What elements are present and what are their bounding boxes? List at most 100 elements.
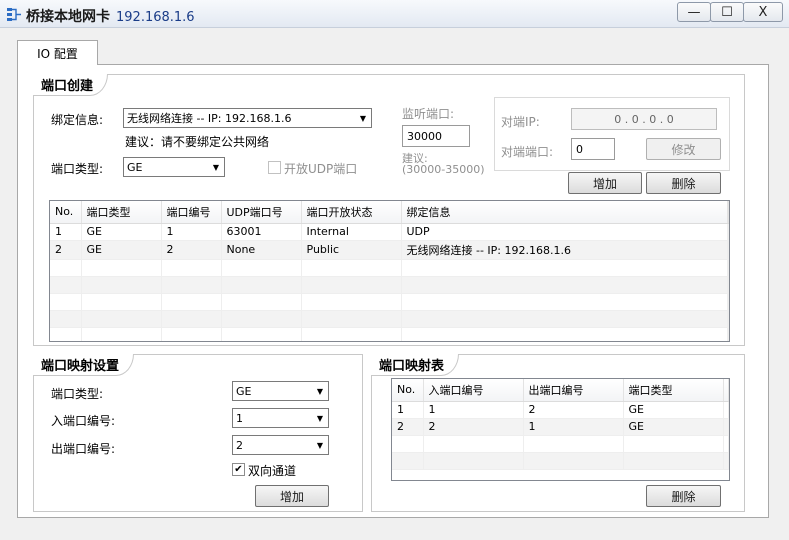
cell: [727, 223, 729, 241]
empty-row: [50, 276, 729, 294]
cell: [723, 418, 729, 436]
cell: GE: [623, 418, 724, 436]
empty-row: [50, 310, 729, 328]
empty-row: [392, 435, 729, 453]
column-header[interactable]: 端口类型: [81, 201, 162, 224]
mapping-table: No. 入端口编号 出端口编号 端口类型 1 1 2 GE 2 2 1 GE: [391, 378, 730, 481]
app-network-icon: [7, 8, 21, 21]
bidirectional-label: 双向通道: [248, 464, 297, 478]
cell: 1: [423, 401, 524, 419]
in-port-value: 1: [236, 411, 243, 425]
column-header[interactable]: 绑定信息: [401, 201, 728, 224]
chevron-down-icon: ▼: [316, 440, 324, 450]
modify-button[interactable]: 修改: [646, 138, 721, 160]
cell: 2: [423, 418, 524, 436]
cell: [723, 401, 729, 419]
cell: GE: [623, 401, 724, 419]
port-create-title: 端口创建: [33, 74, 109, 96]
map-port-type-select[interactable]: GE ▼: [232, 381, 329, 401]
cell: Internal: [301, 223, 402, 241]
empty-row: [392, 452, 729, 470]
cell: 63001: [221, 223, 302, 241]
in-port-label: 入端口编号:: [51, 414, 116, 428]
in-port-select[interactable]: 1 ▼: [232, 408, 329, 428]
table-row[interactable]: 2 2 1 GE: [392, 418, 729, 436]
out-port-label: 出端口编号:: [51, 442, 116, 456]
table-row[interactable]: 1 GE 1 63001 Internal UDP: [50, 223, 729, 241]
remote-ip-input[interactable]: 0 . 0 . 0 . 0: [571, 108, 717, 130]
bidirectional-checkbox[interactable]: ✔: [232, 463, 245, 476]
cell: 2: [523, 401, 624, 419]
chevron-down-icon: ▼: [359, 113, 367, 123]
empty-row: [50, 327, 729, 341]
cell: None: [221, 240, 302, 260]
bind-info-value: 无线网络连接 -- IP: 192.168.1.6: [127, 112, 292, 125]
port-table-header: No. 端口类型 端口编号 UDP端口号 端口开放状态 绑定信息: [50, 201, 729, 224]
window-title: 桥接本地网卡 192.168.1.6: [26, 6, 195, 26]
tab-io-config[interactable]: IO 配置: [17, 40, 98, 65]
checkmark-icon: ✔: [234, 464, 243, 475]
mapping-table-title: 端口映射表: [371, 354, 460, 376]
map-port-type-value: GE: [236, 384, 252, 398]
column-header[interactable]: UDP端口号: [221, 201, 302, 224]
mapping-table-header: No. 入端口编号 出端口编号 端口类型: [392, 379, 729, 402]
column-header[interactable]: 端口开放状态: [301, 201, 402, 224]
delete-mapping-button[interactable]: 删除: [646, 485, 721, 507]
remote-port-label: 对端端口:: [501, 145, 554, 159]
window-title-text: 桥接本地网卡: [26, 9, 110, 25]
cell: 1: [161, 223, 222, 241]
delete-port-button[interactable]: 删除: [646, 172, 721, 194]
column-header-filler: [723, 379, 729, 402]
add-mapping-button[interactable]: 增加: [255, 485, 329, 507]
map-port-type-label: 端口类型:: [51, 387, 104, 401]
cell: 1: [523, 418, 624, 436]
title-bar: 桥接本地网卡 192.168.1.6 — ☐ X: [0, 0, 789, 28]
add-port-button[interactable]: 增加: [568, 172, 642, 194]
cell: Public: [301, 240, 402, 260]
udp-port-checkbox[interactable]: [268, 161, 281, 174]
cell: [727, 240, 729, 260]
port-type-select[interactable]: GE ▼: [123, 157, 225, 177]
listen-port-range: (30000-35000): [402, 163, 485, 176]
empty-row: [50, 293, 729, 311]
column-header[interactable]: 端口类型: [623, 379, 724, 402]
column-header-filler: [727, 201, 729, 224]
column-header[interactable]: No.: [50, 201, 82, 224]
listen-port-input[interactable]: 30000: [402, 125, 470, 147]
cell: 2: [161, 240, 222, 260]
bind-info-label: 绑定信息:: [51, 113, 104, 127]
empty-row: [50, 259, 729, 277]
table-row[interactable]: 1 1 2 GE: [392, 401, 729, 419]
column-header[interactable]: No.: [392, 379, 424, 402]
out-port-value: 2: [236, 438, 243, 452]
table-row[interactable]: 2 GE 2 None Public 无线网络连接 -- IP: 192.168…: [50, 240, 729, 260]
mapping-settings-title: 端口映射设置: [33, 354, 135, 376]
cell: GE: [81, 240, 162, 260]
column-header[interactable]: 入端口编号: [423, 379, 524, 402]
column-header[interactable]: 出端口编号: [523, 379, 624, 402]
window-title-ip: 192.168.1.6: [116, 10, 195, 25]
chevron-down-icon: ▼: [316, 413, 324, 423]
chevron-down-icon: ▼: [212, 162, 220, 172]
cell: GE: [81, 223, 162, 241]
close-button[interactable]: X: [743, 2, 783, 22]
remote-ip-label: 对端IP:: [501, 115, 540, 129]
cell: 2: [50, 240, 82, 260]
port-table: No. 端口类型 端口编号 UDP端口号 端口开放状态 绑定信息 1 GE 1 …: [49, 200, 730, 342]
port-type-value: GE: [127, 160, 143, 174]
chevron-down-icon: ▼: [316, 386, 324, 396]
minimize-button[interactable]: —: [677, 2, 711, 22]
cell: 1: [392, 401, 424, 419]
remote-port-input[interactable]: 0: [571, 138, 615, 160]
bind-info-select[interactable]: 无线网络连接 -- IP: 192.168.1.6 ▼: [123, 108, 372, 128]
column-header[interactable]: 端口编号: [161, 201, 222, 224]
bind-suggestion: 建议：请不要绑定公共网络: [125, 135, 270, 149]
maximize-button[interactable]: ☐: [710, 2, 744, 22]
cell: 1: [50, 223, 82, 241]
udp-port-label: 开放UDP端口: [284, 162, 358, 176]
listen-port-label: 监听端口:: [402, 107, 455, 121]
port-type-label: 端口类型:: [51, 162, 104, 176]
out-port-select[interactable]: 2 ▼: [232, 435, 329, 455]
window-controls: — ☐ X: [677, 2, 783, 22]
cell: 2: [392, 418, 424, 436]
